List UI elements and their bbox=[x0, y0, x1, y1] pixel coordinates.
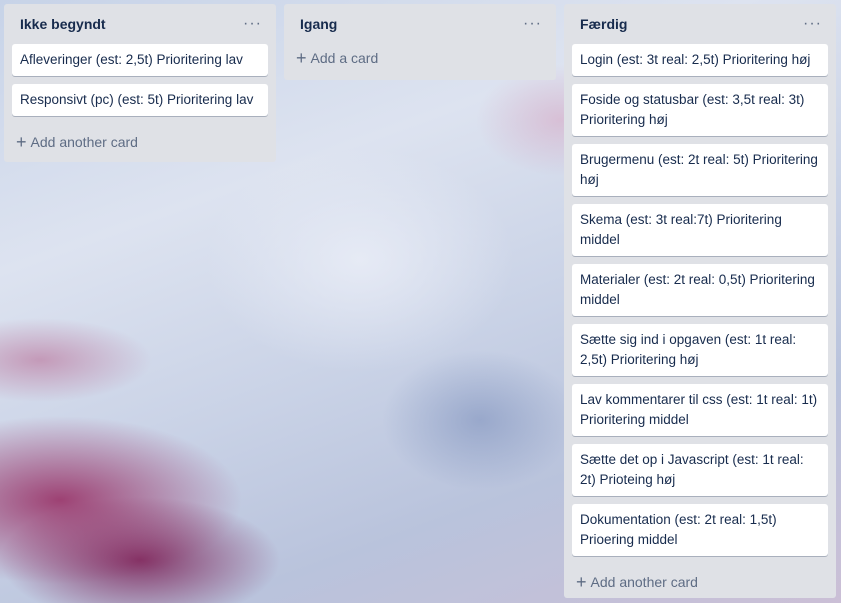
card[interactable]: Afleveringer (est: 2,5t) Prioritering la… bbox=[12, 44, 268, 76]
list-ikke-begyndt: Ikke begyndt ··· Afleveringer (est: 2,5t… bbox=[4, 4, 276, 162]
card[interactable]: Brugermenu (est: 2t real: 5t) Prioriteri… bbox=[572, 144, 828, 196]
card[interactable]: Responsivt (pc) (est: 5t) Prioritering l… bbox=[12, 84, 268, 116]
card[interactable]: Login (est: 3t real: 2,5t) Prioritering … bbox=[572, 44, 828, 76]
card[interactable]: Sætte sig ind i opgaven (est: 1t real: 2… bbox=[572, 324, 828, 376]
list-header: Ikke begyndt ··· bbox=[12, 4, 268, 44]
add-card-label: Add a card bbox=[310, 50, 379, 66]
add-card-label: Add another card bbox=[30, 134, 138, 150]
list-header: Igang ··· bbox=[292, 4, 548, 44]
card[interactable]: Lav kommentarer til css (est: 1t real: 1… bbox=[572, 384, 828, 436]
list-title[interactable]: Færdig bbox=[580, 16, 627, 32]
card[interactable]: Dokumentation (est: 2t real: 1,5t) Prioe… bbox=[572, 504, 828, 556]
list-header: Færdig ··· bbox=[572, 4, 828, 44]
list-igang: Igang ··· + Add a card bbox=[284, 4, 556, 80]
list-faerdig: Færdig ··· Login (est: 3t real: 2,5t) Pr… bbox=[564, 4, 836, 598]
add-card-button[interactable]: + Add another card bbox=[12, 124, 268, 160]
card[interactable]: Sætte det op i Javascript (est: 1t real:… bbox=[572, 444, 828, 496]
list-title[interactable]: Igang bbox=[300, 16, 337, 32]
list-menu-icon[interactable]: ··· bbox=[237, 15, 268, 33]
plus-icon: + bbox=[296, 48, 307, 68]
list-title[interactable]: Ikke begyndt bbox=[20, 16, 106, 32]
card[interactable]: Materialer (est: 2t real: 0,5t) Priorite… bbox=[572, 264, 828, 316]
add-card-button[interactable]: + Add another card bbox=[572, 564, 828, 600]
list-menu-icon[interactable]: ··· bbox=[797, 15, 828, 33]
add-card-button[interactable]: + Add a card bbox=[292, 40, 548, 76]
card[interactable]: Foside og statusbar (est: 3,5t real: 3t)… bbox=[572, 84, 828, 136]
card[interactable]: Skema (est: 3t real:7t) Prioritering mid… bbox=[572, 204, 828, 256]
plus-icon: + bbox=[16, 132, 27, 152]
plus-icon: + bbox=[576, 572, 587, 592]
list-menu-icon[interactable]: ··· bbox=[517, 15, 548, 33]
add-card-label: Add another card bbox=[590, 574, 698, 590]
